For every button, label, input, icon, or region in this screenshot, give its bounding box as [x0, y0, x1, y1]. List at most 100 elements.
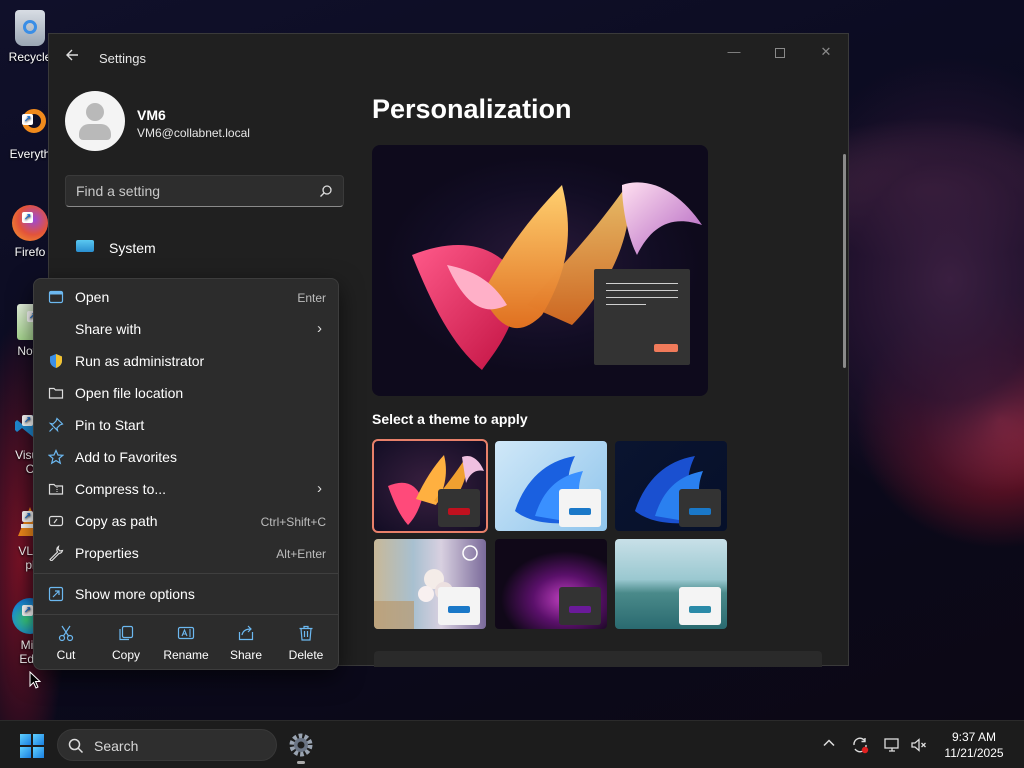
taskbar-search-label: Search	[94, 738, 139, 754]
preview-window-mockup	[594, 269, 690, 365]
theme-mini-window	[559, 489, 601, 527]
menu-item-label: Add to Favorites	[75, 449, 177, 465]
nav-item-label: System	[109, 240, 156, 256]
menu-item-show-more-options[interactable]: Show more options	[38, 579, 334, 609]
menu-separator	[34, 573, 338, 574]
search-input[interactable]	[66, 176, 306, 206]
user-name: VM6	[137, 107, 166, 123]
theme-tile-bloom-light[interactable]	[495, 441, 607, 531]
active-indicator	[297, 761, 305, 764]
menu-item-label: Compress to...	[75, 481, 167, 497]
menu-item-open-file-location[interactable]: Open file location	[38, 378, 334, 408]
theme-tile-glow[interactable]	[372, 439, 488, 533]
clock-time: 9:37 AM	[951, 730, 997, 744]
wrench-icon	[49, 545, 64, 561]
menu-item-shortcut: Ctrl+Shift+C	[260, 515, 326, 529]
volume-muted-icon	[911, 738, 926, 752]
show-hidden-icons-button[interactable]	[820, 736, 838, 754]
theme-tile-flowers[interactable]	[374, 539, 486, 629]
title-bar[interactable]: Settings — ✕	[49, 34, 848, 82]
taskbar-app-settings[interactable]	[287, 731, 315, 764]
shortcut-arrow-icon: ↗	[22, 605, 33, 616]
folder-icon	[48, 387, 64, 399]
shield-icon	[50, 354, 62, 368]
menu-item-compress-to[interactable]: Compress to... ›	[38, 474, 334, 504]
volume-button[interactable]	[910, 736, 928, 754]
close-icon: ✕	[820, 44, 832, 59]
menu-item-label: Open	[75, 289, 110, 305]
theme-mini-window	[679, 489, 721, 527]
minimize-icon: —	[727, 44, 741, 59]
settings-search[interactable]	[65, 175, 344, 207]
theme-tile-bloom-dark[interactable]	[615, 441, 727, 531]
menu-item-label: Copy as path	[75, 513, 158, 529]
menu-item-add-to-favorites[interactable]: Add to Favorites	[38, 442, 334, 472]
start-button[interactable]	[20, 734, 44, 758]
theme-section-label: Select a theme to apply	[372, 411, 528, 427]
chevron-up-icon	[823, 739, 835, 747]
taskbar: Search 9:37 AM 11/21/2025	[0, 720, 1024, 768]
rename-icon	[177, 626, 195, 640]
theme-mini-window	[679, 587, 721, 625]
mouse-cursor	[29, 671, 41, 689]
chevron-right-icon: ›	[317, 480, 322, 497]
sync-status-button[interactable]	[851, 736, 869, 754]
clock-date: 11/21/2025	[944, 746, 1004, 760]
menu-item-shortcut: Alt+Enter	[276, 547, 326, 561]
menu-item-shortcut: Enter	[297, 291, 326, 305]
search-icon	[68, 738, 84, 754]
taskbar-clock[interactable]: 9:37 AM 11/21/2025	[936, 729, 1012, 761]
action-label: Share	[229, 648, 263, 662]
search-icon[interactable]	[319, 184, 333, 198]
recycle-bin-icon	[15, 10, 45, 46]
action-label: Rename	[163, 648, 209, 662]
action-label: Cut	[56, 648, 76, 662]
back-button[interactable]	[61, 48, 83, 68]
taskbar-search[interactable]: Search	[57, 729, 277, 761]
firefox-icon: ↗	[12, 205, 48, 241]
chevron-right-icon: ›	[317, 320, 322, 337]
menu-item-run-as-administrator[interactable]: Run as administrator	[38, 346, 334, 376]
theme-tile-sunrise[interactable]	[615, 539, 727, 629]
menu-item-properties[interactable]: Properties Alt+Enter	[38, 538, 334, 568]
pin-icon	[48, 417, 64, 433]
rename-button[interactable]: Rename	[158, 620, 214, 666]
zip-folder-icon	[48, 483, 64, 495]
share-with-icon	[48, 321, 64, 337]
minimize-button[interactable]: —	[719, 42, 749, 62]
cut-button[interactable]: Cut	[38, 620, 94, 666]
open-window-icon	[48, 290, 64, 304]
menu-item-label: Pin to Start	[75, 417, 145, 433]
theme-mini-window	[559, 587, 601, 625]
back-arrow-icon	[66, 49, 78, 61]
theme-preview	[372, 145, 708, 396]
menu-item-pin-to-start[interactable]: Pin to Start	[38, 410, 334, 440]
action-label: Delete	[288, 648, 324, 662]
menu-item-copy-as-path[interactable]: Copy as path Ctrl+Shift+C	[38, 506, 334, 536]
system-display-icon	[76, 240, 94, 252]
gear-icon	[289, 733, 313, 757]
menu-item-share-with[interactable]: Share with ›	[38, 314, 334, 344]
network-button[interactable]	[883, 736, 901, 754]
user-email: VM6@collabnet.local	[137, 126, 250, 140]
action-label: Copy	[111, 648, 140, 662]
menu-item-label: Share with	[75, 321, 142, 337]
menu-item-label: Run as administrator	[75, 353, 205, 369]
copy-button[interactable]: Copy	[98, 620, 154, 666]
theme-tile-captured-motion[interactable]	[495, 539, 607, 629]
window-title: Settings	[99, 51, 146, 66]
sync-icon	[853, 737, 869, 754]
menu-item-label: Show more options	[75, 586, 195, 602]
star-icon	[48, 449, 64, 465]
menu-item-label: Open file location	[75, 385, 184, 401]
scrollbar[interactable]	[843, 154, 846, 368]
next-settings-card	[374, 651, 822, 667]
maximize-button[interactable]	[765, 42, 795, 62]
trash-icon	[299, 625, 313, 641]
share-button[interactable]: Share	[218, 620, 274, 666]
delete-button[interactable]: Delete	[278, 620, 334, 666]
theme-mini-window	[438, 587, 480, 625]
menu-item-open[interactable]: Open Enter	[38, 282, 334, 312]
close-button[interactable]: ✕	[811, 42, 841, 62]
nav-item-system[interactable]: System	[65, 233, 344, 263]
